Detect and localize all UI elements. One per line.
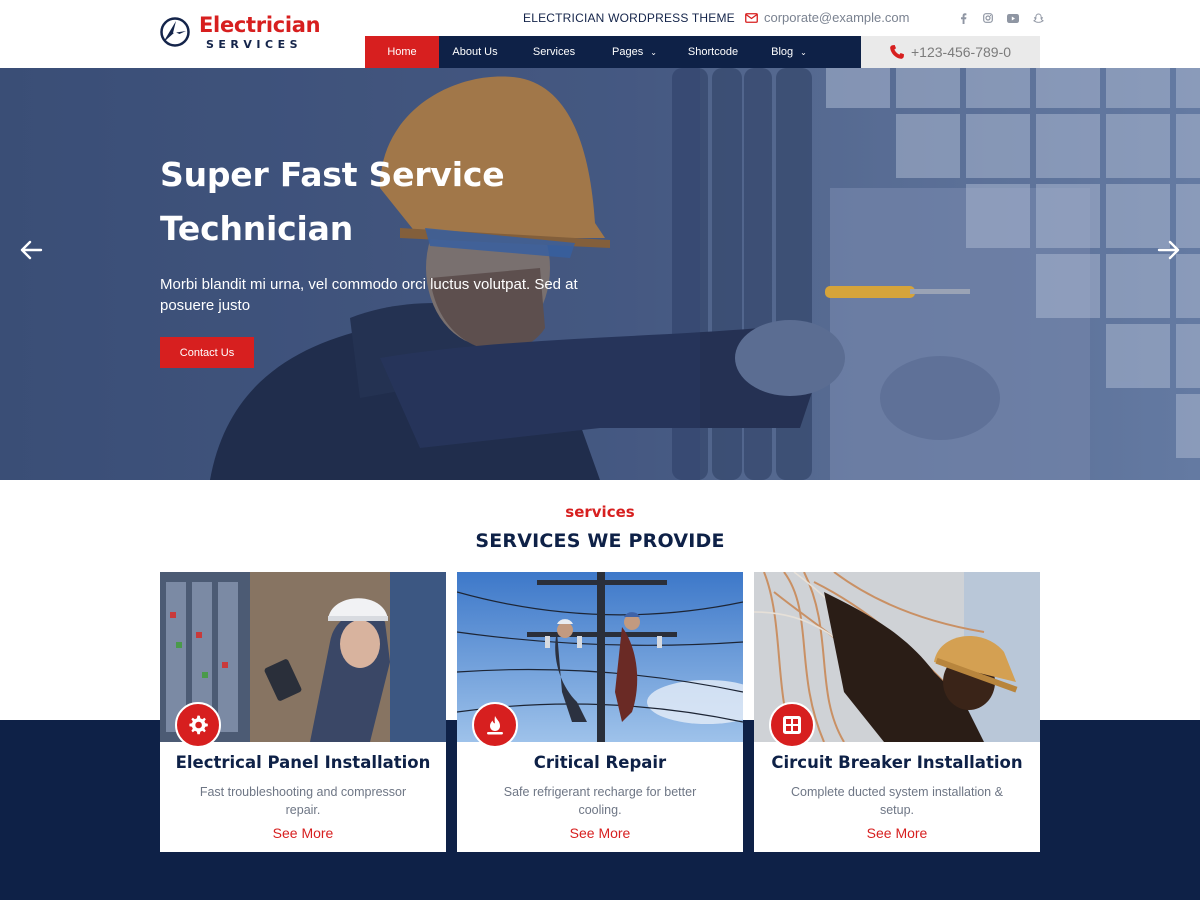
- site-logo[interactable]: Electrician SERVICES: [160, 12, 321, 52]
- chevron-down-icon: ⌄: [800, 47, 807, 57]
- nav-about-us[interactable]: About Us: [439, 36, 511, 68]
- flame-icon: [472, 702, 518, 748]
- slider-next-arrow-icon[interactable]: [1156, 238, 1182, 264]
- service-card-description: Complete ducted system installation & se…: [791, 785, 1003, 817]
- see-more-link[interactable]: See More: [160, 825, 446, 841]
- service-card: Circuit Breaker Installation Complete du…: [754, 572, 1040, 852]
- nav-blog[interactable]: Blog ⌄: [754, 36, 824, 68]
- chevron-down-icon: ⌄: [650, 47, 657, 57]
- service-card-description: Fast troubleshooting and compressor repa…: [199, 785, 407, 817]
- slider-prev-arrow-icon[interactable]: [18, 238, 44, 264]
- youtube-icon[interactable]: [1005, 11, 1021, 25]
- service-card: Critical Repair Safe refrigerant recharg…: [457, 572, 743, 852]
- site-header: Electrician SERVICES ELECTRICIAN WORDPRE…: [0, 0, 1200, 68]
- hero-title: Super Fast Service Technician: [160, 155, 505, 248]
- phone-link[interactable]: +123-456-789-0: [861, 36, 1040, 68]
- service-card: Electrical Panel Installation Fast troub…: [160, 572, 446, 852]
- instagram-icon[interactable]: [980, 11, 996, 25]
- hero-slider: Super Fast Service Technician Morbi blan…: [0, 68, 1200, 480]
- envelope-icon: [745, 12, 758, 23]
- nav-home[interactable]: Home: [365, 36, 439, 68]
- see-more-link[interactable]: See More: [754, 825, 1040, 841]
- gear-icon: [175, 702, 221, 748]
- see-more-link[interactable]: See More: [457, 825, 743, 841]
- nav-shortcode[interactable]: Shortcode: [672, 36, 754, 68]
- contact-us-button[interactable]: Contact Us: [160, 337, 254, 368]
- grid-icon: [769, 702, 815, 748]
- hero-description: Morbi blandit mi urna, vel commodo orci …: [160, 276, 578, 314]
- logo-subtitle: SERVICES: [206, 37, 303, 51]
- topbar-theme-text: ELECTRICIAN WORDPRESS THEME: [523, 11, 735, 25]
- social-links: [955, 11, 1046, 25]
- services-section-subtitle: services: [565, 503, 635, 521]
- service-card-title: Critical Repair: [533, 753, 667, 772]
- logo-mark-icon: [160, 17, 190, 47]
- services-section-title: SERVICES WE PROVIDE: [475, 530, 725, 552]
- phone-number: +123-456-789-0: [911, 44, 1012, 60]
- service-card-description: Safe refrigerant recharge for better coo…: [503, 785, 697, 817]
- facebook-icon[interactable]: [955, 11, 971, 25]
- snapchat-icon[interactable]: [1030, 11, 1046, 25]
- email-text: corporate@example.com: [764, 10, 910, 25]
- service-card-title: Circuit Breaker Installation: [771, 753, 1023, 772]
- logo-title: Electrician: [199, 12, 321, 37]
- nav-pages[interactable]: Pages ⌄: [597, 36, 672, 68]
- main-nav: Home About Us Services Pages ⌄ Shortcode …: [365, 36, 861, 68]
- nav-services[interactable]: Services: [511, 36, 597, 68]
- topbar-email-link[interactable]: corporate@example.com: [745, 10, 909, 25]
- phone-icon: [890, 45, 904, 59]
- service-card-title: Electrical Panel Installation: [175, 753, 431, 772]
